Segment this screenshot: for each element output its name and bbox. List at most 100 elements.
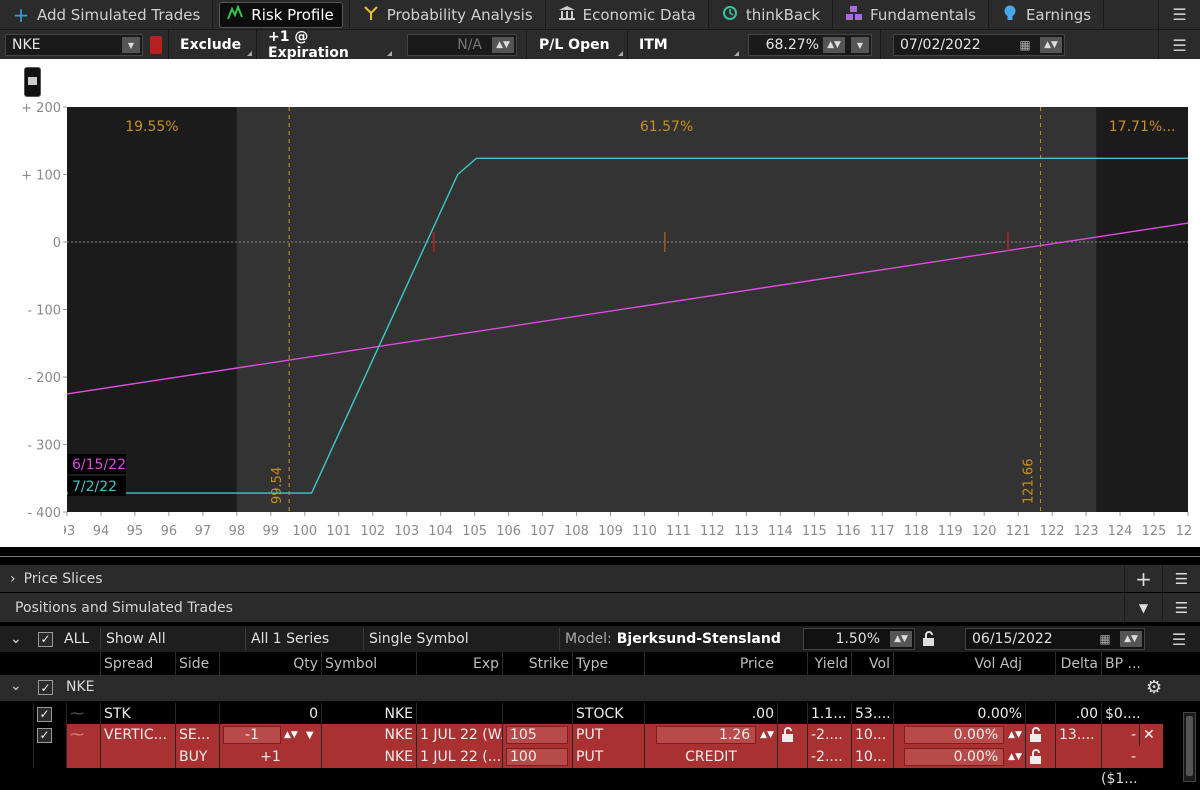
alert-flag-icon[interactable]: [150, 36, 162, 54]
stepper-icon[interactable]: ▲▼: [760, 730, 774, 740]
calendar-icon[interactable]: ▦: [1014, 37, 1036, 53]
chevron-down-icon[interactable]: ▼: [122, 37, 140, 53]
risk-profile-svg[interactable]: 19.55% 61.57% 17.71%... 99.54 121.66 6/15/22 7…: [0, 59, 1200, 547]
table-row[interactable]: ✓ ⁓ STK 0 NKE STOCK .00 1.1... 53.... 0.…: [33, 703, 1163, 725]
cell-vol-adj[interactable]: 0.00%: [893, 703, 1025, 725]
cell-type[interactable]: PUT: [572, 724, 644, 746]
col-qty[interactable]: Qty: [219, 652, 321, 675]
stepper-icon[interactable]: ▲▼: [492, 37, 514, 53]
expiration-button[interactable]: +1 @ Expiration: [262, 29, 392, 61]
rate-field[interactable]: 1.50% ▲▼: [803, 628, 915, 650]
group-checkbox[interactable]: ✓: [38, 680, 53, 695]
tabbar-menu-icon[interactable]: ☰: [1158, 0, 1200, 29]
stepper-icon[interactable]: ▲▼: [890, 631, 912, 647]
col-price[interactable]: Price: [644, 652, 777, 675]
col-vol[interactable]: Vol: [851, 652, 893, 675]
tab-earnings[interactable]: Earnings: [989, 0, 1105, 29]
probability-field[interactable]: 68.27% ▲▼ ▼: [748, 34, 872, 56]
row-chart-icon[interactable]: ⁓: [66, 724, 100, 746]
all-checkbox[interactable]: ✓: [38, 628, 53, 650]
cell-strike[interactable]: 105: [502, 724, 572, 746]
col-symbol[interactable]: Symbol: [321, 652, 416, 675]
chevron-right-icon[interactable]: ›: [10, 571, 16, 587]
cell-price[interactable]: 1.26 ▲▼: [644, 724, 777, 746]
stepper-icon[interactable]: ▲▼: [284, 730, 298, 740]
symbol-select[interactable]: NKE ▼: [5, 34, 143, 56]
filter-date-field[interactable]: 06/15/2022 ▦ ▲▼: [965, 628, 1145, 650]
vol-adj-value[interactable]: 0.00%: [904, 726, 1005, 744]
stepper-icon[interactable]: ▲▼: [1120, 631, 1142, 647]
chevron-down-icon[interactable]: ⌄: [10, 678, 22, 694]
chevron-down-icon[interactable]: ▼: [306, 730, 314, 741]
cell-strike[interactable]: 100: [502, 746, 572, 768]
calendar-icon[interactable]: ▦: [1094, 631, 1116, 647]
col-exp[interactable]: Exp: [416, 652, 502, 675]
tab-add-simulated-trades[interactable]: + Add Simulated Trades: [0, 0, 214, 29]
group-row-nke[interactable]: ⌄ ✓ NKE ⚙: [0, 675, 1200, 701]
tab-thinkback[interactable]: thinkBack: [709, 0, 834, 29]
col-spread[interactable]: Spread: [100, 652, 175, 675]
stepper-icon[interactable]: ▲▼: [1008, 752, 1022, 762]
tab-economic-data[interactable]: Economic Data: [546, 0, 709, 29]
cell-spread[interactable]: VERTIC...: [100, 724, 175, 746]
cell-qty[interactable]: 0: [219, 703, 321, 725]
unlock-icon[interactable]: [922, 628, 940, 650]
filter-menu-icon[interactable]: ☰: [1158, 628, 1200, 650]
itm-button[interactable]: ITM: [633, 34, 739, 56]
strike-value[interactable]: 100: [506, 748, 568, 766]
cell-side[interactable]: BUY: [175, 746, 219, 768]
add-icon[interactable]: +: [1124, 565, 1162, 592]
menu-icon[interactable]: ☰: [1162, 593, 1200, 622]
col-type[interactable]: Type: [572, 652, 644, 675]
col-side[interactable]: Side: [175, 652, 219, 675]
unlock-icon[interactable]: [777, 724, 807, 746]
vol-adj-value[interactable]: 0.00%: [904, 748, 1005, 766]
unlock-icon[interactable]: [1025, 746, 1055, 768]
tab-fundamentals[interactable]: Fundamentals: [833, 0, 989, 29]
col-yield[interactable]: Yield: [807, 652, 851, 675]
table-row[interactable]: ✓ ⁓ VERTIC... SE... -1 ▲▼ ▼ NKE 1 JUL 22…: [33, 724, 1163, 746]
exclude-button[interactable]: Exclude: [174, 34, 252, 56]
cell-type[interactable]: PUT: [572, 746, 644, 768]
qty-value[interactable]: -1: [223, 726, 281, 744]
stepper-icon[interactable]: ▲▼: [1040, 37, 1062, 53]
scroll-thumb[interactable]: [1186, 716, 1193, 776]
cell-qty[interactable]: +1: [219, 746, 321, 768]
chevron-down-icon[interactable]: ⌄: [10, 628, 22, 650]
controls-menu-icon[interactable]: ☰: [1158, 30, 1200, 60]
na-field[interactable]: N/A ▲▼: [407, 34, 517, 56]
cell-exp[interactable]: 1 JUL 22 (...: [416, 746, 502, 768]
cell-exp[interactable]: 1 JUL 22 (W...: [416, 724, 502, 746]
strike-value[interactable]: 105: [506, 726, 568, 744]
grid-scrollbar[interactable]: [1183, 712, 1196, 782]
row-checkbox[interactable]: ✓: [33, 724, 66, 746]
pane-splitter[interactable]: [0, 547, 1200, 555]
price-slices-panel-header[interactable]: › Price Slices + ☰: [0, 565, 1200, 592]
pl-open-button[interactable]: P/L Open: [533, 34, 623, 56]
symbol-mode-select[interactable]: Single Symbol: [363, 628, 551, 650]
chevron-down-icon[interactable]: ▼: [851, 37, 869, 53]
tab-probability-analysis[interactable]: Probability Analysis: [350, 0, 546, 29]
cell-qty-stepper[interactable]: -1 ▲▼ ▼: [219, 724, 321, 746]
close-icon[interactable]: ✕: [1139, 724, 1163, 746]
cell-price[interactable]: .00: [644, 703, 777, 725]
collapse-icon[interactable]: ▼: [1124, 593, 1162, 622]
col-strike[interactable]: Strike: [502, 652, 572, 675]
col-bp[interactable]: BP ...: [1101, 652, 1163, 675]
col-delta[interactable]: Delta: [1055, 652, 1101, 675]
menu-icon[interactable]: ☰: [1162, 565, 1200, 592]
row-checkbox[interactable]: ✓: [33, 703, 66, 725]
unlock-icon[interactable]: [1025, 724, 1055, 746]
date-field[interactable]: 07/02/2022 ▦ ▲▼: [893, 34, 1065, 56]
col-vol-adj[interactable]: Vol Adj: [893, 652, 1025, 675]
stepper-icon[interactable]: ▲▼: [1008, 730, 1022, 740]
cell-vol-adj[interactable]: 0.00% ▲▼: [893, 724, 1025, 746]
cell-side[interactable]: SE...: [175, 724, 219, 746]
gear-icon[interactable]: ⚙: [1146, 677, 1162, 698]
model-select[interactable]: Model: Bjerksund-Stensland: [559, 628, 789, 650]
cell-vol-adj[interactable]: 0.00% ▲▼: [893, 746, 1025, 768]
tab-risk-profile[interactable]: Risk Profile: [213, 0, 350, 29]
row-chart-icon[interactable]: ⁓: [66, 703, 100, 725]
stepper-icon[interactable]: ▲▼: [823, 37, 845, 53]
table-row[interactable]: BUY +1 NKE 1 JUL 22 (... 100 PUT CREDIT …: [33, 746, 1163, 768]
